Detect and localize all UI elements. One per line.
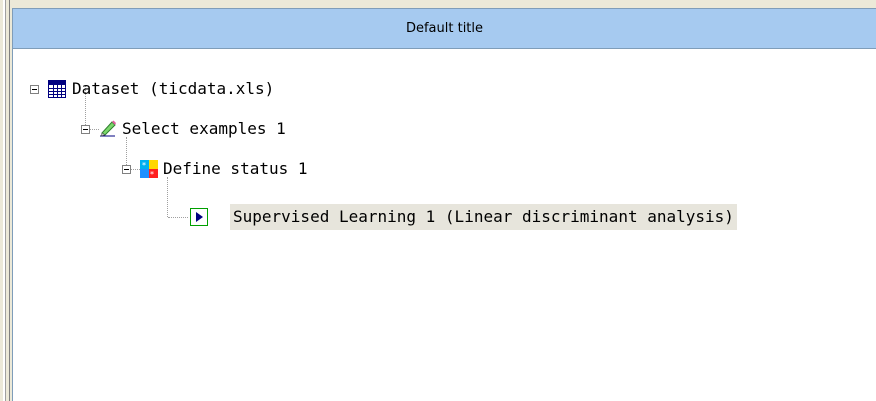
tree-node-select-examples[interactable]: Select examples 1 [119,116,289,142]
collapse-toggle-define-status[interactable] [122,165,131,174]
component-tree: Dataset (ticdata.xls) Select examples 1 [13,49,876,401]
play-arrow-icon[interactable] [190,208,208,226]
define-status-icon[interactable]: * * [140,160,158,179]
tree-connector-h3 [168,217,188,218]
splitter-highlight [3,0,6,401]
collapse-toggle-dataset[interactable] [30,85,39,94]
panel-title-bar: Default title [13,9,876,49]
collapse-toggle-select-examples[interactable] [81,125,90,134]
pencil-select-icon[interactable] [99,119,117,137]
tree-connector-v3 [167,177,168,217]
svg-text:*: * [142,161,146,170]
panel-title: Default title [405,21,484,36]
tree-node-dataset[interactable]: Dataset (ticdata.xls) [69,76,277,102]
dataset-table-icon[interactable] [48,80,66,98]
window-frame: Default title Dataset (ticdata.xls) Sele… [0,0,876,401]
tree-node-supervised-learning[interactable]: Supervised Learning 1 (Linear discrimina… [230,204,737,230]
splitter-bar[interactable] [0,0,10,401]
tree-node-define-status[interactable]: Define status 1 [160,156,311,182]
diagram-panel: Default title Dataset (ticdata.xls) Sele… [12,8,876,401]
svg-text:*: * [150,170,154,178]
